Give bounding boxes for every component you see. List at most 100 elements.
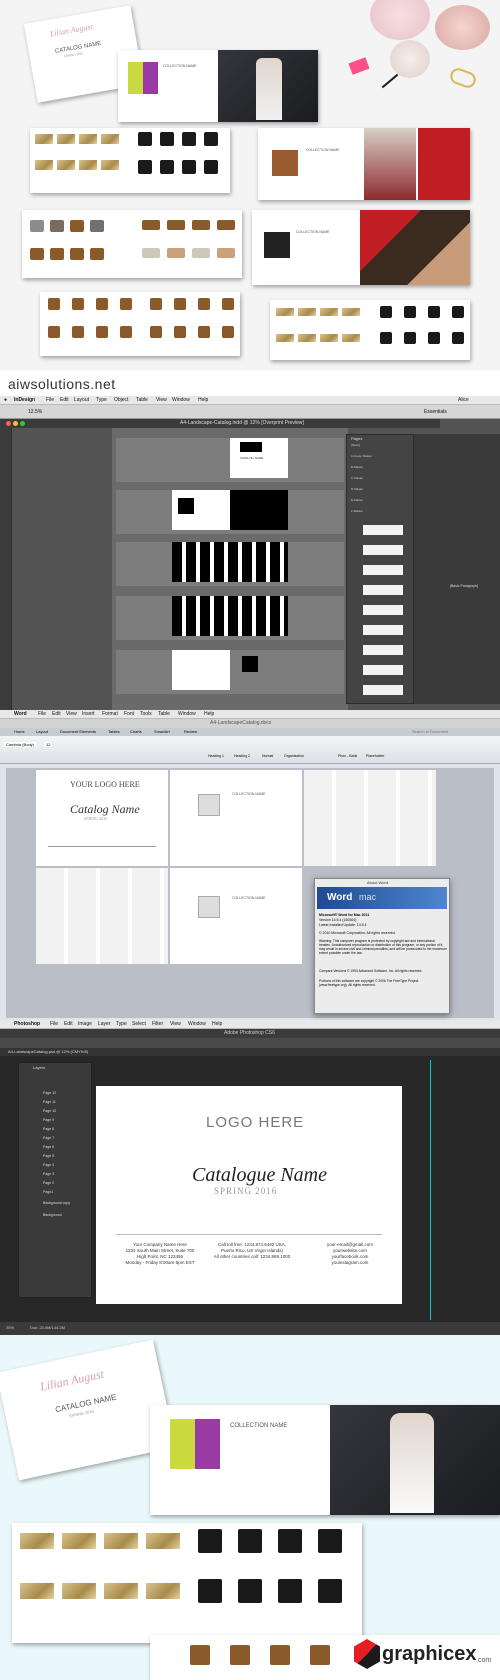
ps-layer-bg-copy[interactable]: Background copy bbox=[43, 1201, 70, 1205]
ps-layer-page8[interactable]: Page 8 bbox=[43, 1127, 54, 1131]
tab-charts[interactable]: Charts bbox=[130, 729, 142, 734]
style-heading2[interactable]: Heading 2 bbox=[234, 754, 250, 758]
pages-master-f[interactable]: F-Master bbox=[351, 509, 363, 513]
about-version: Version 14.5.4 (150504) bbox=[319, 918, 357, 922]
pasteboard: CATALOG NAME bbox=[112, 428, 348, 710]
tab-document-elements[interactable]: Document Elements bbox=[60, 729, 96, 734]
ps-layer-page3[interactable]: Page 3 bbox=[43, 1172, 54, 1176]
ps-layer-page6[interactable]: Page 6 bbox=[43, 1145, 54, 1149]
tab-tables[interactable]: Tables bbox=[108, 729, 120, 734]
ps-menu-view[interactable]: View bbox=[170, 1020, 181, 1028]
ps-layer-bg[interactable]: Background bbox=[43, 1213, 62, 1217]
ps-contact-right-4: youinstagram.com bbox=[331, 1260, 369, 1265]
style-normal[interactable]: Normal bbox=[262, 754, 273, 758]
graphicex-logo-icon bbox=[354, 1639, 380, 1669]
ps-options-bar bbox=[0, 1038, 500, 1048]
ps-menu-layer[interactable]: Layer bbox=[98, 1020, 111, 1028]
spread-bags-row3 bbox=[40, 292, 240, 356]
ps-layer-page7[interactable]: Page 7 bbox=[43, 1136, 54, 1140]
spread-2 bbox=[116, 490, 344, 534]
word-menu-window[interactable]: Window bbox=[178, 710, 196, 718]
menu-layout[interactable]: Layout bbox=[74, 396, 89, 404]
ps-layer-page12[interactable]: Page 12 bbox=[43, 1091, 56, 1095]
word-menu-font[interactable]: Font bbox=[124, 710, 134, 718]
word-menu-format[interactable]: Format bbox=[102, 710, 118, 718]
word-page-5: COLLECTION NAME bbox=[170, 868, 302, 964]
ps-layer-page1[interactable]: Page1 bbox=[43, 1190, 53, 1194]
indesign-menubar: ● InDesign File Edit Layout Type Object … bbox=[0, 396, 500, 405]
ps-layer-page2[interactable]: Page 2 bbox=[43, 1181, 54, 1185]
word-menu-edit[interactable]: Edit bbox=[52, 710, 61, 718]
brand-script: Lilian August bbox=[49, 22, 94, 39]
ps-layer-page9[interactable]: Page 9 bbox=[43, 1118, 54, 1122]
pages-master-d[interactable]: D-Master bbox=[351, 487, 363, 491]
ps-layer-page11[interactable]: Page 11 bbox=[43, 1100, 56, 1104]
menu-view[interactable]: View bbox=[156, 396, 167, 404]
tab-layout[interactable]: Layout bbox=[36, 729, 48, 734]
apple-icon[interactable]: ● bbox=[4, 396, 7, 404]
tab-home[interactable]: Home bbox=[14, 729, 25, 734]
menu-window[interactable]: Window bbox=[172, 396, 190, 404]
word-menu-word[interactable]: Word bbox=[14, 710, 27, 718]
ps-doc-tab-label[interactable]: A4-LandscapeCatalog.psd @ 12% (CMYK/8) bbox=[8, 1049, 88, 1054]
bottom-collection-label: COLLECTION NAME bbox=[230, 1423, 288, 1429]
pages-master-b[interactable]: B-Master bbox=[351, 465, 363, 469]
menu-file[interactable]: File bbox=[46, 396, 54, 404]
style-phon-bank[interactable]: Phon - Bank bbox=[338, 754, 357, 758]
search-field[interactable]: Search in Document bbox=[412, 729, 448, 734]
ps-menu-photoshop[interactable]: Photoshop bbox=[14, 1020, 40, 1028]
word-menu-tools[interactable]: Tools bbox=[140, 710, 152, 718]
font-name-field[interactable]: Cambria (Body) bbox=[4, 742, 37, 747]
tab-review[interactable]: Review bbox=[184, 729, 197, 734]
menu-object[interactable]: Object bbox=[114, 396, 128, 404]
pages-master-none[interactable]: [None] bbox=[351, 443, 360, 447]
ps-menu-image[interactable]: Image bbox=[78, 1020, 92, 1028]
spread-1: CATALOG NAME bbox=[116, 438, 344, 482]
ps-menu-file[interactable]: File bbox=[50, 1020, 58, 1028]
ps-menu-select[interactable]: Select bbox=[132, 1020, 146, 1028]
ps-menu-window[interactable]: Window bbox=[188, 1020, 206, 1028]
document-tab[interactable]: A4-Landscape-Catalog.indd @ 12% [Overpri… bbox=[180, 420, 304, 426]
indesign-window: ● InDesign File Edit Layout Type Object … bbox=[0, 396, 500, 710]
menu-indesign[interactable]: InDesign bbox=[14, 396, 35, 404]
tab-smartart[interactable]: SmartArt bbox=[154, 729, 170, 734]
pages-master-e[interactable]: E-Master bbox=[351, 498, 363, 502]
ps-contact-mid-3: All other countries call: 1234.869.1000 bbox=[213, 1254, 291, 1259]
ps-menu-type[interactable]: Type bbox=[116, 1020, 127, 1028]
workspace-switcher[interactable]: Essentials bbox=[424, 409, 447, 415]
word-ribbon: Cambria (Body) 12 Heading 1 Heading 2 No… bbox=[0, 736, 500, 764]
domain-watermark: aiwsolutions.net bbox=[8, 376, 116, 392]
promo-top: Lilian August CATALOG NAME SPRING 2016 C… bbox=[0, 0, 500, 392]
ps-menu-help[interactable]: Help bbox=[212, 1020, 222, 1028]
font-size-field[interactable]: 12 bbox=[44, 742, 53, 747]
word-menu-table[interactable]: Table bbox=[158, 710, 170, 718]
pages-master-a[interactable]: A-Cover Master bbox=[351, 454, 372, 458]
menu-edit[interactable]: Edit bbox=[60, 396, 69, 404]
menu-type[interactable]: Type bbox=[96, 396, 107, 404]
ps-doc-tab: A4-LandscapeCatalog.psd @ 12% (CMYK/8) bbox=[0, 1048, 500, 1056]
ps-menu-edit[interactable]: Edit bbox=[64, 1020, 73, 1028]
zoom-field[interactable]: 12.5% bbox=[28, 409, 42, 415]
ps-layer-page5[interactable]: Page 5 bbox=[43, 1154, 54, 1158]
word-page-2: COLLECTION NAME bbox=[170, 770, 302, 866]
menu-table[interactable]: Table bbox=[136, 396, 148, 404]
collection-label: COLLECTION NAME bbox=[163, 64, 197, 68]
ps-layer-page4[interactable]: Page 4 bbox=[43, 1163, 54, 1167]
ps-layer-page10[interactable]: Page 10 bbox=[43, 1109, 56, 1113]
spread-collection: COLLECTION NAME bbox=[118, 50, 318, 122]
pages-master-c[interactable]: C-Master bbox=[351, 476, 363, 480]
ps-zoom-readout[interactable]: 25% bbox=[6, 1325, 14, 1330]
right-dock: [Basic Paragraph] bbox=[414, 434, 500, 704]
spread-swatches-bags bbox=[30, 128, 230, 193]
menubar-user[interactable]: Alice bbox=[458, 396, 469, 404]
word-menu-help[interactable]: Help bbox=[204, 710, 214, 718]
word-menu-view[interactable]: View bbox=[66, 710, 77, 718]
style-placeholder[interactable]: Placeholder bbox=[366, 754, 384, 758]
menu-help[interactable]: Help bbox=[198, 396, 208, 404]
paragraph-style-label[interactable]: [Basic Paragraph] bbox=[450, 584, 478, 588]
ps-menu-filter[interactable]: Filter bbox=[152, 1020, 163, 1028]
word-menu-insert[interactable]: Insert bbox=[82, 710, 95, 718]
word-menu-file[interactable]: File bbox=[38, 710, 46, 718]
style-heading1[interactable]: Heading 1 bbox=[208, 754, 224, 758]
style-organisation[interactable]: Organisation bbox=[284, 754, 304, 758]
